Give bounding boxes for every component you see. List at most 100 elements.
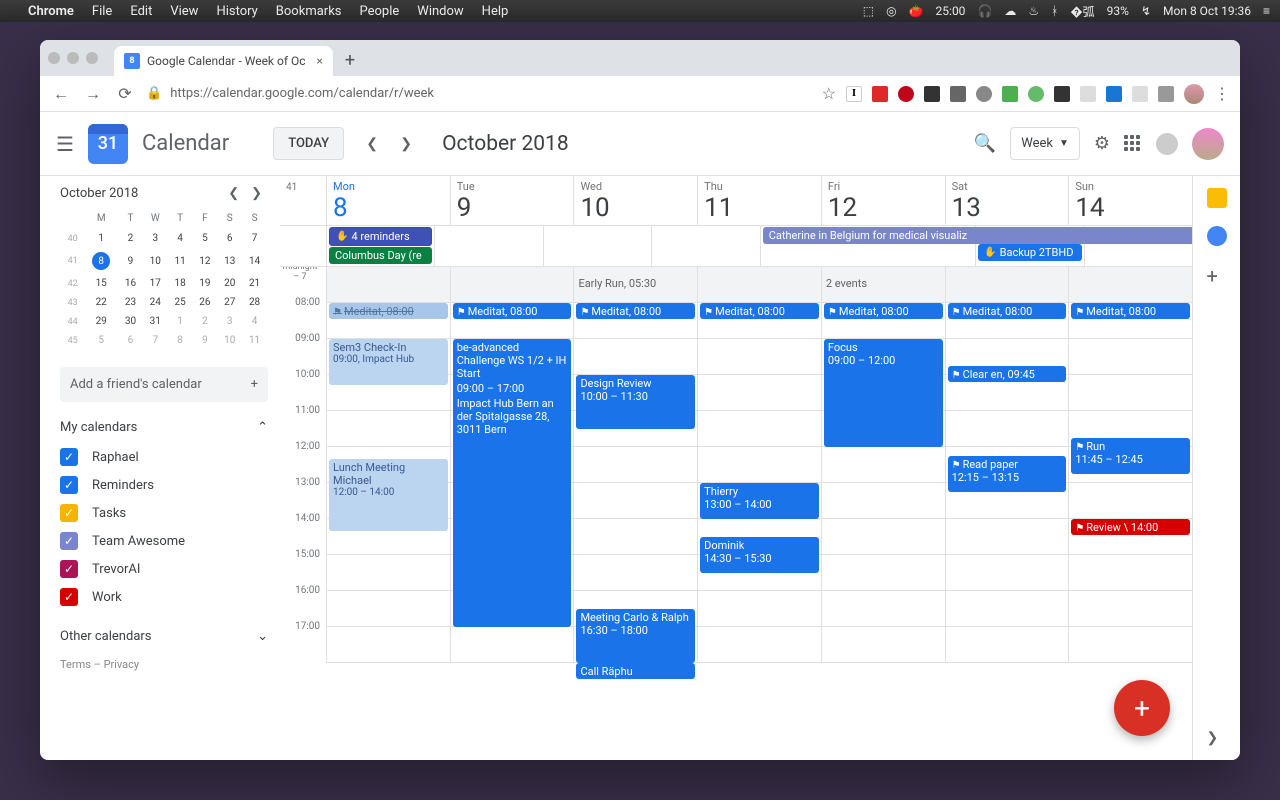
early-run[interactable]: Early Run, 05:30 [578, 277, 656, 290]
event-call-raphu[interactable]: Call Räphu [576, 663, 695, 679]
reload-button[interactable]: ⟳ [114, 83, 136, 105]
bluetooth-icon[interactable]: ᚼ [1051, 4, 1058, 18]
event-design-review[interactable]: Design Review10:00 – 11:30 [576, 375, 695, 429]
next-week-button[interactable]: ❯ [392, 130, 420, 158]
sync-icon[interactable] [976, 86, 992, 102]
day-header[interactable]: Thu11 [697, 176, 821, 225]
event-run[interactable]: ⚑Run11:45 – 12:45 [1071, 438, 1190, 474]
day-header[interactable]: Fri12 [821, 176, 945, 225]
menu-view[interactable]: View [170, 4, 198, 19]
menu-window[interactable]: Window [417, 4, 463, 19]
today-button[interactable]: TODAY [273, 127, 344, 160]
forward-button[interactable]: → [82, 83, 104, 105]
event-dominik[interactable]: Dominik14:30 – 15:30 [700, 537, 819, 573]
calendar-item[interactable]: ✓ Raphael [60, 443, 268, 471]
event-sun-meditation[interactable]: ⚑Meditat, 08:00 [1071, 303, 1190, 319]
reminders-chip[interactable]: ✋4 reminders [329, 227, 432, 246]
headphones-icon[interactable]: 🎧 [977, 4, 992, 18]
account-avatar[interactable] [1192, 128, 1224, 160]
event-read-paper[interactable]: ⚑Read paper12:15 – 13:15 [948, 456, 1067, 492]
addons-plus-icon[interactable]: + [1207, 264, 1227, 284]
battery[interactable]: 93% [1107, 4, 1129, 18]
buffer-icon[interactable] [1054, 86, 1070, 102]
allday-wed[interactable] [543, 226, 651, 266]
backup-event[interactable]: ✋Backup 2TBHD [978, 244, 1081, 261]
clock[interactable]: Mon 8 Oct 19:36 [1163, 4, 1251, 18]
ext-icon-5[interactable] [1132, 86, 1148, 102]
day-col-mon[interactable]: ⚑Meditat, 08:00 Sem3 Check-In09:00, Impa… [326, 267, 450, 663]
ext-icon-3[interactable] [1028, 86, 1044, 102]
minical-month[interactable]: October 2018 [60, 186, 138, 201]
calendar-checkbox[interactable]: ✓ [60, 532, 78, 550]
event-sem3[interactable]: Sem3 Check-In09:00, Impact Hub [329, 339, 448, 385]
prev-week-button[interactable]: ❮ [358, 130, 386, 158]
browser-tab[interactable]: 8 Google Calendar - Week of Oc × [114, 46, 333, 76]
add-friend-calendar[interactable]: Add a friend's calendar + [60, 367, 268, 402]
creative-cloud-icon[interactable]: ◎ [886, 4, 896, 18]
create-event-fab[interactable]: + [1114, 680, 1170, 736]
day-header[interactable]: Sun14 [1068, 176, 1192, 225]
bookmark-star-icon[interactable]: ☆ [822, 84, 836, 103]
dropbox-icon[interactable]: ⬚ [863, 4, 874, 18]
instapaper-icon[interactable]: I [846, 86, 862, 102]
window-controls[interactable] [48, 52, 98, 64]
notifications-icon[interactable] [1156, 133, 1178, 155]
cloud-icon[interactable]: ☁ [1004, 4, 1016, 18]
event-focus[interactable]: Focus09:00 – 12:00 [824, 339, 943, 447]
ext-icon-2[interactable] [1002, 86, 1018, 102]
other-calendars-header[interactable]: Other calendars ⌄ [60, 629, 268, 644]
event-lunch[interactable]: Lunch Meeting Michael12:00 – 14:00 [329, 459, 448, 531]
profile-avatar[interactable] [1184, 84, 1204, 104]
columbus-event[interactable]: Columbus Day (re [329, 247, 432, 264]
day-col-sun[interactable]: ⚑Meditat, 08:00 ⚑Run11:45 – 12:45 ⚑Revie… [1068, 267, 1192, 663]
close-tab-icon[interactable]: × [317, 54, 323, 68]
day-header[interactable]: Tue9 [450, 176, 574, 225]
flame-icon[interactable]: ♨ [1028, 4, 1039, 18]
search-icon[interactable]: 🔍 [974, 133, 996, 154]
menu-bookmarks[interactable]: Bookmarks [276, 4, 342, 19]
calendar-item[interactable]: ✓ TrevorAI [60, 555, 268, 583]
day-col-sat[interactable]: ⚑Meditat, 08:00 ⚑Clear en, 09:45 ⚑Read p… [945, 267, 1069, 663]
event-sat-meditation[interactable]: ⚑Meditat, 08:00 [948, 303, 1067, 319]
view-selector[interactable]: Week ▼ [1010, 127, 1080, 160]
keep-icon[interactable] [1207, 188, 1227, 208]
timer[interactable]: 25:00 [936, 4, 966, 18]
calendar-item[interactable]: ✓ Work [60, 583, 268, 611]
catherine-event[interactable]: Catherine in Belgium for medical visuali… [763, 227, 1192, 244]
day-col-tue[interactable]: ⚑Meditat, 08:00 be-advanced Challenge WS… [450, 267, 574, 663]
allday-fri[interactable]: Catherine in Belgium for medical visuali… [760, 226, 975, 266]
allday-tue[interactable] [434, 226, 542, 266]
new-tab-button[interactable]: + [339, 50, 361, 71]
tasks-icon[interactable] [1207, 226, 1227, 246]
calendar-checkbox[interactable]: ✓ [60, 588, 78, 606]
calendar-checkbox[interactable]: ✓ [60, 560, 78, 578]
google-apps-icon[interactable] [1124, 135, 1142, 153]
event-meeting-carlo[interactable]: Meeting Carlo & Ralph16:30 – 18:00 [576, 609, 695, 663]
wifi-icon[interactable]: �弧 [1070, 3, 1094, 20]
early-2events[interactable]: 2 events [826, 277, 867, 290]
ext-icon-6[interactable] [1158, 86, 1174, 102]
calendar-item[interactable]: ✓ Reminders [60, 471, 268, 499]
allday-mon[interactable]: ✋4 reminders Columbus Day (re [326, 226, 434, 266]
day-header[interactable]: Sat13 [945, 176, 1069, 225]
flipboard-icon[interactable] [872, 86, 888, 102]
calendar-item[interactable]: ✓ Tasks [60, 499, 268, 527]
calendar-checkbox[interactable]: ✓ [60, 476, 78, 494]
minical-next[interactable]: ❯ [245, 186, 268, 201]
calendar-item[interactable]: ✓ Team Awesome [60, 527, 268, 555]
event-clear[interactable]: ⚑Clear en, 09:45 [948, 366, 1067, 382]
day-col-wed[interactable]: Early Run, 05:30 ⚑Meditat, 08:00 Design … [573, 267, 697, 663]
menu-help[interactable]: Help [482, 4, 509, 19]
mini-calendar[interactable]: MTWTFSS401234567418910111213144215161718… [60, 207, 268, 351]
allday-thu[interactable] [651, 226, 759, 266]
menu-people[interactable]: People [360, 4, 400, 19]
back-button[interactable]: ← [50, 83, 72, 105]
event-wed-meditation[interactable]: ⚑Meditat, 08:00 [576, 303, 695, 319]
day-header[interactable]: Wed10 [573, 176, 697, 225]
chrome-menu-icon[interactable]: ⋮ [1214, 84, 1230, 103]
event-thu-meditation[interactable]: ⚑Meditat, 08:00 [700, 303, 819, 319]
collapse-panel-icon[interactable]: ❯ [1207, 730, 1227, 750]
event-tue-meditation[interactable]: ⚑Meditat, 08:00 [453, 303, 572, 319]
camera-icon[interactable] [950, 86, 966, 102]
day-col-thu[interactable]: ⚑Meditat, 08:00 Thierry13:00 – 14:00 Dom… [697, 267, 821, 663]
